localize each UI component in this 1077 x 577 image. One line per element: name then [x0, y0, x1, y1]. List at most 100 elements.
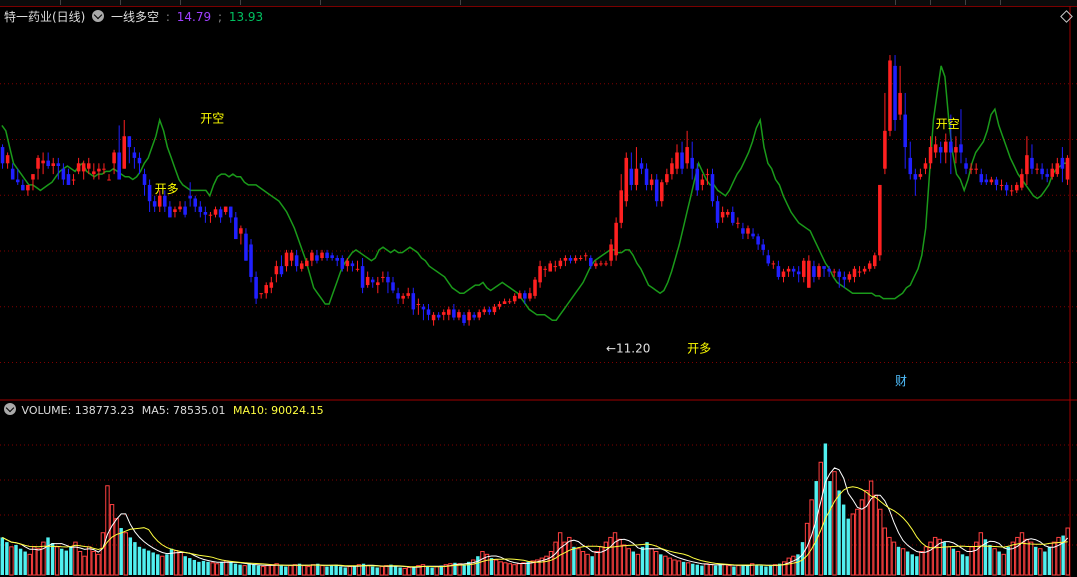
volume-bar — [640, 546, 645, 575]
volume-bar — [759, 565, 764, 575]
volume-bar — [220, 561, 224, 575]
volume-bar — [1024, 538, 1029, 576]
volume-bar — [96, 553, 101, 576]
volume-bar — [1010, 541, 1016, 576]
candle-body — [163, 195, 167, 207]
volume-bar — [128, 537, 133, 575]
candle-body — [391, 282, 395, 291]
volume-bar — [846, 518, 850, 575]
volume-bar — [653, 551, 659, 576]
candle-body — [188, 195, 192, 199]
candle-body — [66, 174, 71, 185]
volume-bar — [188, 558, 192, 575]
volume-bar — [946, 546, 952, 576]
candle-body — [857, 271, 862, 273]
volume-bar — [46, 537, 50, 575]
volume-bar — [873, 494, 878, 576]
volume-bar — [105, 485, 110, 576]
candle-body — [15, 179, 20, 183]
candle-body — [193, 198, 198, 207]
candle-body — [913, 174, 918, 180]
volume-bar — [832, 471, 837, 576]
candle-body — [421, 306, 426, 310]
candle-body — [178, 206, 182, 210]
candle-body — [497, 304, 502, 307]
volume-bar — [14, 544, 18, 575]
volume-bar — [329, 565, 334, 575]
candle-body — [862, 268, 867, 272]
volume-bar — [306, 566, 311, 576]
volume-bar — [507, 563, 513, 576]
chart-annotation: ←11.20 — [606, 342, 650, 356]
candle-body — [21, 184, 25, 191]
candle-body — [183, 206, 187, 215]
candle-body — [147, 184, 152, 202]
indicator-name[interactable]: 一线多空 — [111, 10, 159, 24]
candle-body — [1004, 184, 1009, 191]
volume-bar — [891, 541, 897, 576]
volume-bar — [407, 566, 412, 576]
volume-bar — [837, 490, 841, 575]
chevron-down-icon[interactable] — [92, 10, 105, 22]
candle-body — [76, 163, 81, 172]
volume-bar — [951, 548, 956, 575]
volume-bar — [512, 564, 517, 576]
candle-body — [938, 147, 943, 153]
candle-body — [56, 163, 61, 166]
candle-body — [457, 312, 461, 318]
candle-body — [751, 233, 755, 237]
volume-bar — [681, 561, 686, 575]
candle-body — [112, 152, 116, 164]
volume-bar — [347, 566, 353, 576]
candle-body — [715, 201, 720, 223]
candle-body — [649, 179, 654, 185]
candle-body — [720, 212, 725, 218]
candle-body — [725, 212, 730, 215]
volume-bar — [1006, 546, 1010, 575]
volume-bar — [896, 546, 901, 575]
volume-bar — [992, 548, 997, 576]
candle-body — [827, 268, 831, 272]
candle-body — [756, 236, 760, 245]
volume-bar — [379, 566, 385, 576]
volume-bar — [119, 528, 123, 575]
candle-body — [746, 228, 750, 234]
volume-bar — [1047, 546, 1052, 575]
candle-body — [330, 255, 334, 258]
candle-body — [812, 266, 816, 277]
candle-body — [157, 195, 162, 207]
chevron-down-icon[interactable] — [4, 403, 16, 415]
volume-bar — [480, 551, 485, 576]
chart-annotation: 开空 — [936, 117, 960, 131]
volume-bar — [818, 461, 824, 576]
indicator-value-1: 14.79 — [176, 10, 212, 24]
candle-body — [999, 184, 1004, 186]
volume-bar — [247, 563, 251, 575]
candle-body — [518, 293, 522, 299]
candle-body — [949, 141, 953, 153]
volume-bar — [745, 565, 750, 575]
candle-body — [386, 276, 390, 283]
volume-bar — [133, 542, 137, 575]
volume-bar — [1028, 541, 1034, 576]
candle-body — [416, 304, 421, 305]
candle-body — [619, 190, 623, 223]
candle-body — [629, 168, 634, 185]
volume-bar — [60, 548, 64, 575]
candle-body — [670, 163, 674, 175]
volume-bar — [814, 481, 818, 575]
volume-bar — [910, 554, 914, 575]
candle-body — [1014, 184, 1019, 191]
candle-body — [370, 279, 375, 283]
volume-bar — [645, 542, 649, 575]
volume-bar — [498, 561, 503, 576]
candle-body — [0, 147, 5, 164]
volume-bar — [201, 560, 206, 575]
volume-bar — [988, 544, 992, 575]
candle-body — [431, 314, 436, 321]
volume-bar — [932, 536, 938, 576]
candle-body — [538, 266, 542, 283]
volume-bar — [288, 565, 293, 576]
volume-bar — [548, 551, 554, 576]
candle-body — [954, 147, 958, 153]
